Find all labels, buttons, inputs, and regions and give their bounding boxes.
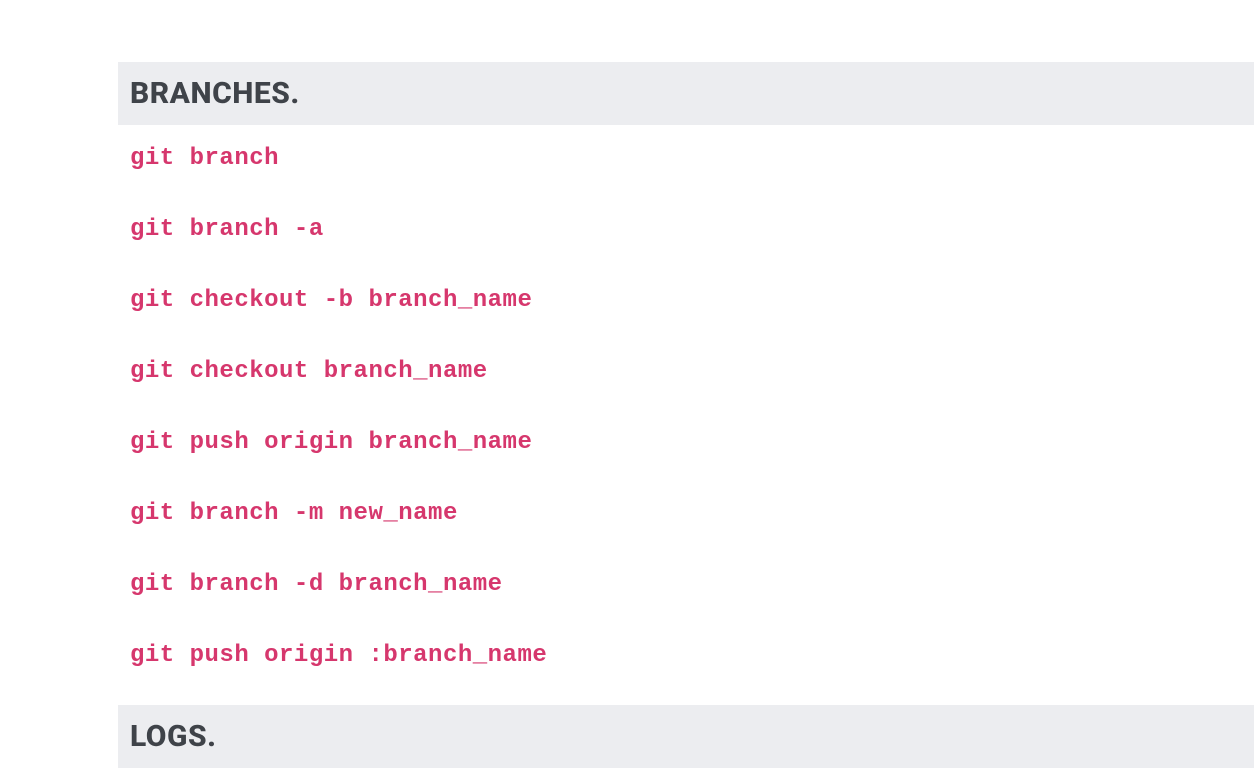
logs-section: Logs. [118,705,1254,768]
command-item: git push origin branch_name [130,429,1242,456]
command-item: git push origin :branch_name [130,642,1242,669]
command-item: git branch -m new_name [130,500,1242,527]
command-item: git branch [130,145,1242,172]
command-item: git branch -d branch_name [130,571,1242,598]
command-item: git checkout branch_name [130,358,1242,385]
command-item: git branch -a [130,216,1242,243]
section-header-logs: Logs. [118,705,1254,768]
command-list-branches: git branch git branch -a git checkout -b… [118,125,1254,705]
branches-section: Branches. git branch git branch -a git c… [118,62,1254,705]
section-title: Branches. [130,76,1242,111]
section-header-branches: Branches. [118,62,1254,125]
command-item: git checkout -b branch_name [130,287,1242,314]
section-title: Logs. [130,719,1242,754]
